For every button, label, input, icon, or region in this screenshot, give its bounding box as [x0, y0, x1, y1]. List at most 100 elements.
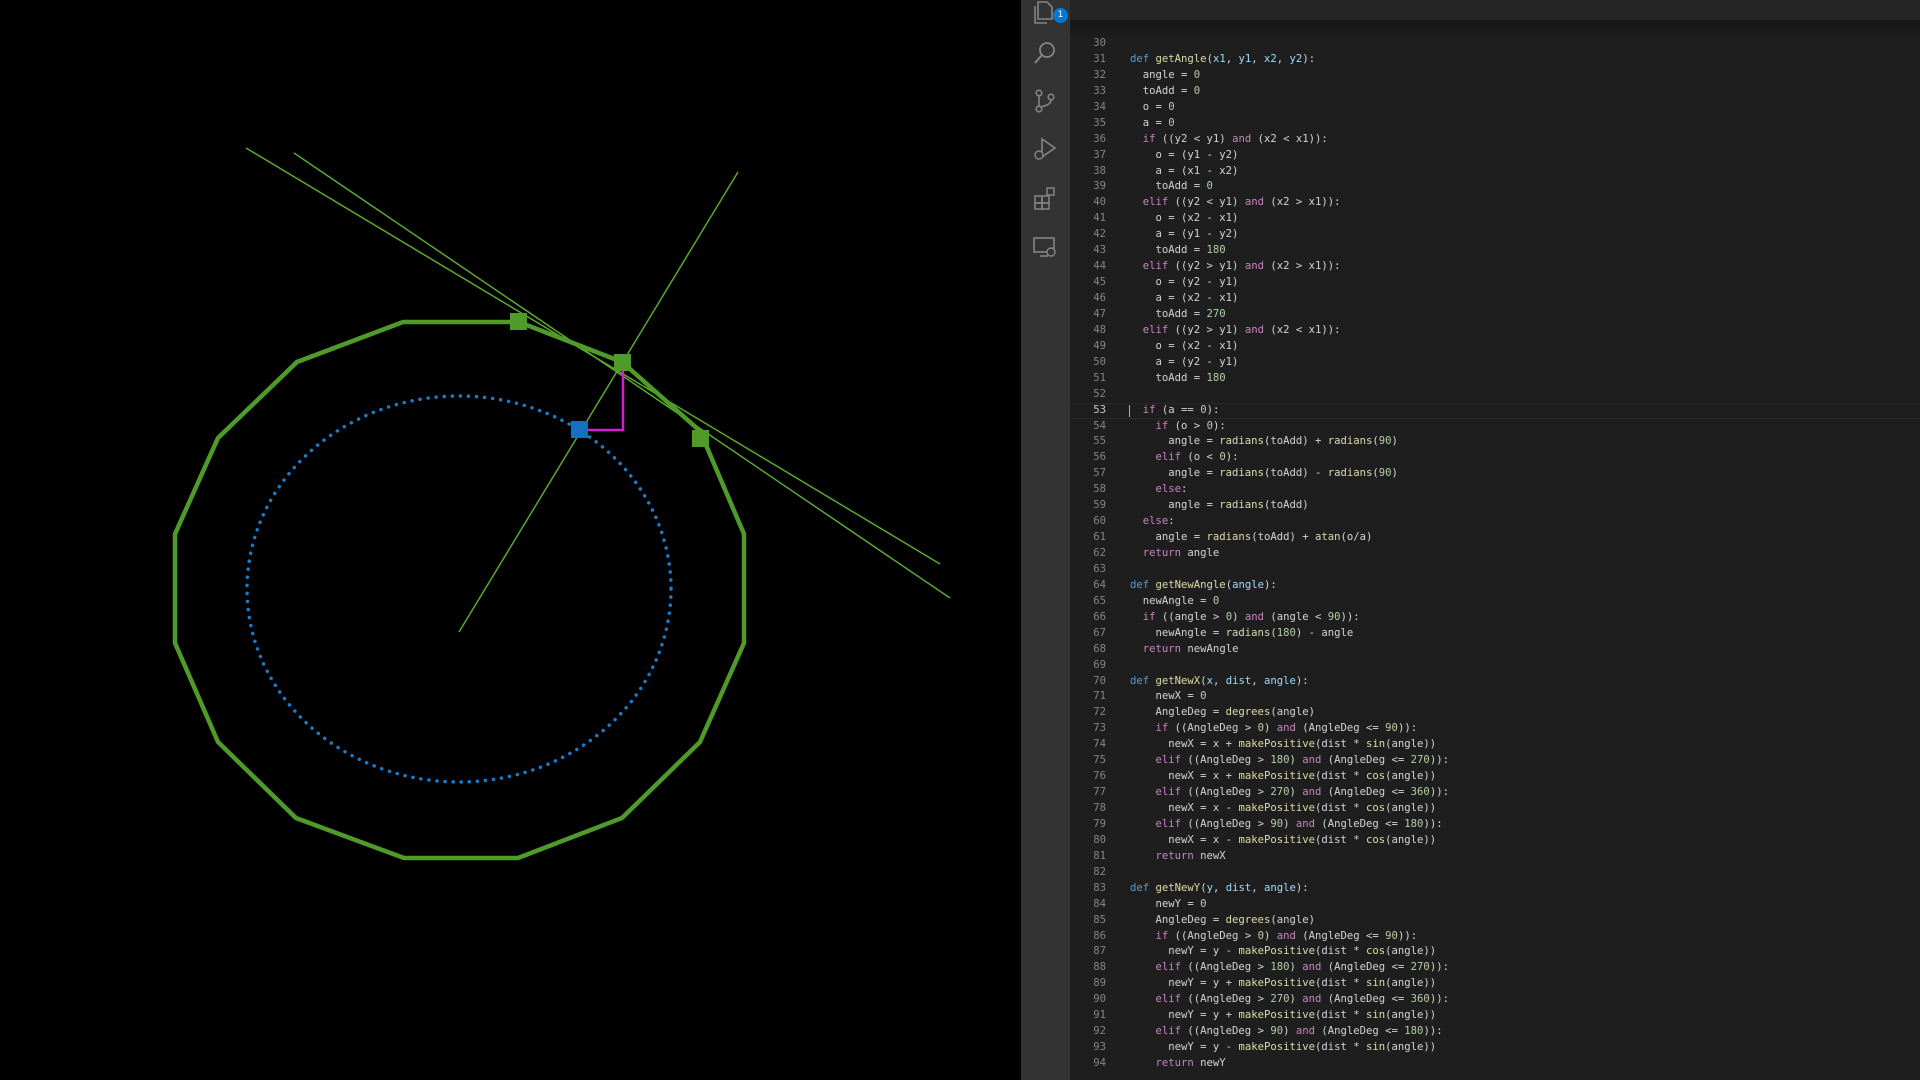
line-text: if (o > 0): — [1155, 419, 1226, 432]
code-line[interactable]: 57 angle = radians(toAdd) - radians(90) — [1070, 466, 1920, 482]
line-number: 70 — [1093, 674, 1106, 687]
code-line[interactable]: 84 newY = 0 — [1070, 897, 1920, 913]
code-line[interactable]: 94 return newY — [1070, 1056, 1920, 1072]
code-line[interactable]: 82 — [1070, 865, 1920, 881]
code-lines[interactable]: 30 31 def getAngle(x1, y1, x2, y2): 32 angl… — [1070, 36, 1920, 1072]
code-line[interactable]: 54 if (o > 0): — [1070, 419, 1920, 435]
extensions-icon[interactable] — [1032, 185, 1058, 211]
code-line[interactable]: 71 newX = 0 — [1070, 689, 1920, 705]
code-line[interactable]: 77 elif ((AngleDeg > 270) and (AngleDeg … — [1070, 785, 1920, 801]
line-number: 42 — [1093, 228, 1106, 241]
code-line[interactable]: 55 angle = radians(toAdd) + radians(90) — [1070, 434, 1920, 450]
line-number: 33 — [1093, 84, 1106, 97]
code-line[interactable]: 63 — [1070, 562, 1920, 578]
line-text: if ((angle > 0) and (angle < 90)): — [1142, 610, 1360, 623]
code-line[interactable]: 36 if ((y2 < y1) and (x2 < x1)): — [1070, 132, 1920, 148]
line-number: 68 — [1093, 642, 1106, 655]
line-text: a = (y1 - y2) — [1130, 228, 1239, 241]
code-line[interactable]: 33 toAdd = 0 — [1070, 84, 1920, 100]
line-number: 63 — [1093, 562, 1106, 575]
code-line[interactable]: 91 newY = y + makePositive(dist * sin(an… — [1070, 1008, 1920, 1024]
activity-bar: 1 — [1021, 0, 1070, 1080]
code-line[interactable]: 47 toAdd = 270 — [1070, 307, 1920, 323]
code-line[interactable]: 38 a = (x1 - x2) — [1070, 164, 1920, 180]
code-line[interactable]: 74 newX = x + makePositive(dist * sin(an… — [1070, 737, 1920, 753]
code-line[interactable]: 35 a = 0 — [1070, 116, 1920, 132]
code-line[interactable]: 31 def getAngle(x1, y1, x2, y2): — [1070, 52, 1920, 68]
code-line[interactable]: 62 return angle — [1070, 546, 1920, 562]
code-line[interactable]: 30 — [1070, 36, 1920, 52]
code-line[interactable]: 34 o = 0 — [1070, 100, 1920, 116]
code-line[interactable]: 37 o = (y1 - y2) — [1070, 148, 1920, 164]
code-line[interactable]: 79 elif ((AngleDeg > 90) and (AngleDeg <… — [1070, 817, 1920, 833]
code-line[interactable]: 39 toAdd = 0 — [1070, 179, 1920, 195]
code-line[interactable]: 67 newAngle = radians(180) - angle — [1070, 626, 1920, 642]
code-line[interactable]: 64 def getNewAngle(angle): — [1070, 578, 1920, 594]
code-line[interactable]: 76 newX = x + makePositive(dist * cos(an… — [1070, 769, 1920, 785]
line-text: elif (o < 0): — [1155, 451, 1239, 464]
line-text: newY = y - makePositive(dist * cos(angle… — [1130, 945, 1437, 958]
code-line[interactable]: 43 toAdd = 180 — [1070, 243, 1920, 259]
vertex-marker-2[interactable] — [614, 354, 631, 371]
explorer-icon[interactable]: 1 — [1032, 0, 1068, 26]
code-line[interactable]: 73 if ((AngleDeg > 0) and (AngleDeg <= 9… — [1070, 721, 1920, 737]
code-line[interactable]: 69 — [1070, 658, 1920, 674]
code-line[interactable]: 87 newY = y - makePositive(dist * cos(an… — [1070, 944, 1920, 960]
code-line[interactable]: 42 a = (y1 - y2) — [1070, 227, 1920, 243]
line-number: 30 — [1093, 37, 1106, 49]
source-control-icon[interactable] — [1032, 88, 1058, 114]
code-line[interactable]: 78 newX = x - makePositive(dist * cos(an… — [1070, 801, 1920, 817]
code-line[interactable]: 53 if (a == 0): — [1070, 403, 1920, 419]
code-line[interactable]: 72 AngleDeg = degrees(angle) — [1070, 705, 1920, 721]
remote-explorer-icon[interactable] — [1032, 234, 1058, 260]
code-line[interactable]: 80 newX = x - makePositive(dist * cos(an… — [1070, 833, 1920, 849]
code-line[interactable]: 32 angle = 0 — [1070, 68, 1920, 84]
code-line[interactable]: 60 else: — [1070, 514, 1920, 530]
code-line[interactable]: 66 if ((angle > 0) and (angle < 90)): — [1070, 610, 1920, 626]
code-line[interactable]: 89 newY = y + makePositive(dist * sin(an… — [1070, 976, 1920, 992]
line-text: newX = x - makePositive(dist * cos(angle… — [1130, 802, 1437, 814]
vertex-marker-1[interactable] — [510, 313, 527, 330]
code-line[interactable]: 59 angle = radians(toAdd) — [1070, 498, 1920, 514]
code-line[interactable]: 93 newY = y - makePositive(dist * sin(an… — [1070, 1040, 1920, 1056]
code-line[interactable]: 52 — [1070, 387, 1920, 403]
line-text: newAngle = radians(180) - angle — [1130, 626, 1354, 639]
code-line[interactable]: 46 a = (x2 - x1) — [1070, 291, 1920, 307]
sketch-canvas[interactable] — [0, 0, 1021, 1080]
line-text: newX = x + makePositive(dist * sin(angle… — [1130, 738, 1437, 751]
code-line[interactable]: 75 elif ((AngleDeg > 180) and (AngleDeg … — [1070, 753, 1920, 769]
line-text: newX = x + makePositive(dist * cos(angle… — [1130, 770, 1437, 783]
blue-marker[interactable] — [571, 421, 588, 438]
code-line[interactable]: 65 newAngle = 0 — [1070, 594, 1920, 610]
code-line[interactable]: 40 elif ((y2 < y1) and (x2 > x1)): — [1070, 195, 1920, 211]
line-number: 77 — [1093, 786, 1106, 799]
code-line[interactable]: 70 def getNewX(x, dist, angle): — [1070, 674, 1920, 690]
line-text: toAdd = 180 — [1130, 244, 1226, 257]
line-number: 38 — [1093, 164, 1106, 177]
code-line[interactable]: 81 return newX — [1070, 849, 1920, 865]
code-editor[interactable]: 30 31 def getAngle(x1, y1, x2, y2): 32 angl… — [1070, 0, 1920, 1080]
code-line[interactable]: 48 elif ((y2 > y1) and (x2 < x1)): — [1070, 323, 1920, 339]
search-icon[interactable] — [1032, 40, 1058, 66]
code-line[interactable]: 88 elif ((AngleDeg > 180) and (AngleDeg … — [1070, 960, 1920, 976]
code-line[interactable]: 51 toAdd = 180 — [1070, 371, 1920, 387]
code-line[interactable]: 86 if ((AngleDeg > 0) and (AngleDeg <= 9… — [1070, 929, 1920, 945]
line-text: newAngle = 0 — [1130, 594, 1220, 607]
code-line[interactable]: 61 angle = radians(toAdd) + atan(o/a) — [1070, 530, 1920, 546]
code-line[interactable]: 85 AngleDeg = degrees(angle) — [1070, 913, 1920, 929]
run-debug-icon[interactable] — [1032, 136, 1058, 162]
code-line[interactable]: 58 else: — [1070, 482, 1920, 498]
code-line[interactable]: 90 elif ((AngleDeg > 270) and (AngleDeg … — [1070, 992, 1920, 1008]
code-line[interactable]: 45 o = (y2 - y1) — [1070, 275, 1920, 291]
code-line[interactable]: 41 o = (x2 - x1) — [1070, 211, 1920, 227]
code-line[interactable]: 92 elif ((AngleDeg > 90) and (AngleDeg <… — [1070, 1024, 1920, 1040]
line-number: 81 — [1093, 849, 1106, 862]
code-line[interactable]: 49 o = (x2 - x1) — [1070, 339, 1920, 355]
code-line[interactable]: 56 elif (o < 0): — [1070, 450, 1920, 466]
vertex-marker-3[interactable] — [692, 430, 709, 447]
code-line[interactable]: 68 return newAngle — [1070, 642, 1920, 658]
code-line[interactable]: 83 def getNewY(y, dist, angle): — [1070, 881, 1920, 897]
code-line[interactable]: 50 a = (y2 - y1) — [1070, 355, 1920, 371]
line-text: o = (y2 - y1) — [1130, 276, 1239, 289]
code-line[interactable]: 44 elif ((y2 > y1) and (x2 > x1)): — [1070, 259, 1920, 275]
